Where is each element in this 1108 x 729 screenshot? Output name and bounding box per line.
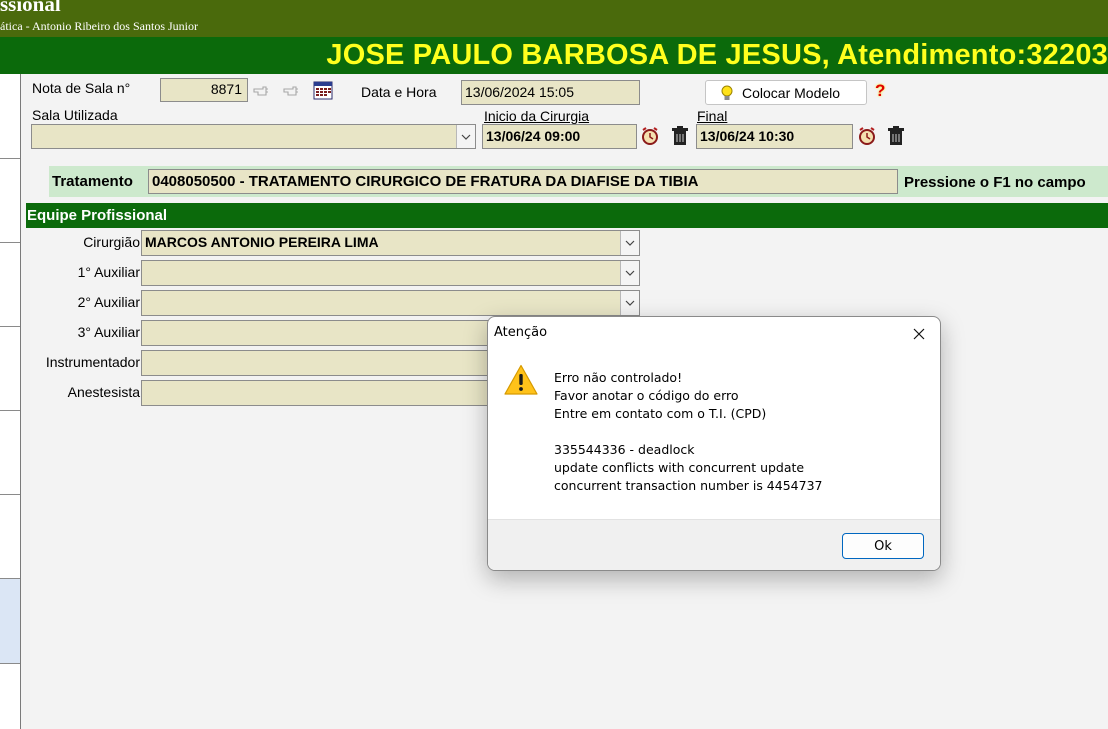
chevron-down-icon[interactable]	[620, 231, 639, 255]
auxiliar2-dropdown[interactable]	[141, 290, 640, 316]
auxiliar1-label: 1° Auxiliar	[77, 264, 140, 280]
team-row-label-wrap: Instrumentador	[26, 350, 140, 375]
tratamento-hint: Pressione o F1 no campo	[904, 174, 1086, 191]
app-subtitle: ática - Antonio Ribeiro dos Santos Junio…	[0, 19, 198, 33]
final-field[interactable]: 13/06/24 10:30	[696, 124, 853, 149]
final-label: Final	[697, 108, 728, 124]
sala-dropdown[interactable]	[31, 124, 476, 149]
left-panel-selected-item[interactable]	[0, 578, 20, 664]
error-dialog: Atenção Erro não controlado! Favor anota…	[487, 316, 941, 571]
cirurgiao-label: Cirurgião	[83, 234, 140, 250]
team-row-label-wrap: 3° Auxiliar	[26, 320, 140, 345]
pointer-left-icon[interactable]	[252, 82, 270, 100]
equipe-header	[26, 203, 1108, 228]
dialog-line	[554, 423, 822, 441]
dialog-line: concurrent transaction number is 4454737	[554, 478, 823, 493]
dialog-message: Erro não controlado! Favor anotar o códi…	[554, 369, 822, 495]
chevron-down-icon[interactable]	[620, 291, 639, 315]
ok-button[interactable]: Ok	[842, 533, 924, 559]
inicio-field[interactable]: 13/06/24 09:00	[482, 124, 637, 149]
dialog-title: Atenção	[494, 325, 548, 340]
equipe-title: Equipe Profissional	[27, 207, 168, 224]
team-row-label-wrap: 1° Auxiliar	[26, 260, 140, 285]
auxiliar2-label: 2° Auxiliar	[77, 294, 140, 310]
bulb-icon	[720, 85, 738, 101]
nota-label: Nota de Sala n°	[32, 80, 131, 96]
data-hora-label: Data e Hora	[361, 84, 437, 100]
anestesista-label: Anestesista	[67, 384, 140, 400]
trash-icon[interactable]	[670, 125, 690, 147]
trash-icon[interactable]	[886, 125, 906, 147]
dialog-line: update conflicts with concurrent update	[554, 460, 805, 475]
dialog-footer: Ok	[488, 519, 940, 570]
inicio-label: Inicio da Cirurgia	[484, 108, 590, 124]
patient-bar: JOSE PAULO BARBOSA DE JESUS, Atendimento…	[0, 37, 1108, 74]
colocar-modelo-label: Colocar Modelo	[742, 84, 841, 101]
team-row-label-wrap: Cirurgião	[26, 230, 140, 255]
warning-icon	[504, 364, 538, 399]
dialog-line: Erro não controlado!	[554, 370, 683, 385]
cirurgiao-value: MARCOS ANTONIO PEREIRA LIMA	[145, 234, 379, 250]
help-icon[interactable]: ?	[875, 81, 885, 101]
data-hora-field[interactable]: 13/06/2024 15:05	[461, 80, 640, 105]
close-icon[interactable]	[904, 321, 934, 347]
left-side-panel[interactable]	[0, 74, 21, 729]
colocar-modelo-button[interactable]: Colocar Modelo	[705, 80, 867, 105]
team-row-label-wrap: 2° Auxiliar	[26, 290, 140, 315]
dialog-line: Entre em contato com o T.I. (CPD)	[554, 406, 767, 421]
dialog-titlebar[interactable]: Atenção	[488, 317, 940, 349]
dialog-line: Favor anotar o código do erro	[554, 388, 739, 403]
dialog-line: 335544336 - deadlock	[554, 442, 695, 457]
auxiliar1-dropdown[interactable]	[141, 260, 640, 286]
chevron-down-icon[interactable]	[620, 261, 639, 285]
cirurgiao-dropdown[interactable]: MARCOS ANTONIO PEREIRA LIMA	[141, 230, 640, 256]
calendar-icon[interactable]	[313, 79, 333, 101]
team-row-label-wrap: Anestesista	[26, 380, 140, 405]
sala-label: Sala Utilizada	[32, 107, 118, 123]
patient-title: JOSE PAULO BARBOSA DE JESUS, Atendimento…	[326, 39, 1108, 71]
tratamento-field[interactable]: 0408050500 - TRATAMENTO CIRURGICO DE FRA…	[148, 169, 898, 194]
app-title: ssional	[0, 0, 61, 16]
tratamento-label: Tratamento	[52, 173, 133, 190]
auxiliar3-label: 3° Auxiliar	[77, 324, 140, 340]
alarm-clock-icon[interactable]	[857, 125, 877, 147]
alarm-clock-icon[interactable]	[640, 125, 660, 147]
chevron-down-icon[interactable]	[456, 125, 475, 148]
instrumentador-label: Instrumentador	[45, 354, 140, 370]
nota-field[interactable]: 8871	[160, 78, 248, 102]
pointer-right-icon[interactable]	[282, 82, 300, 100]
